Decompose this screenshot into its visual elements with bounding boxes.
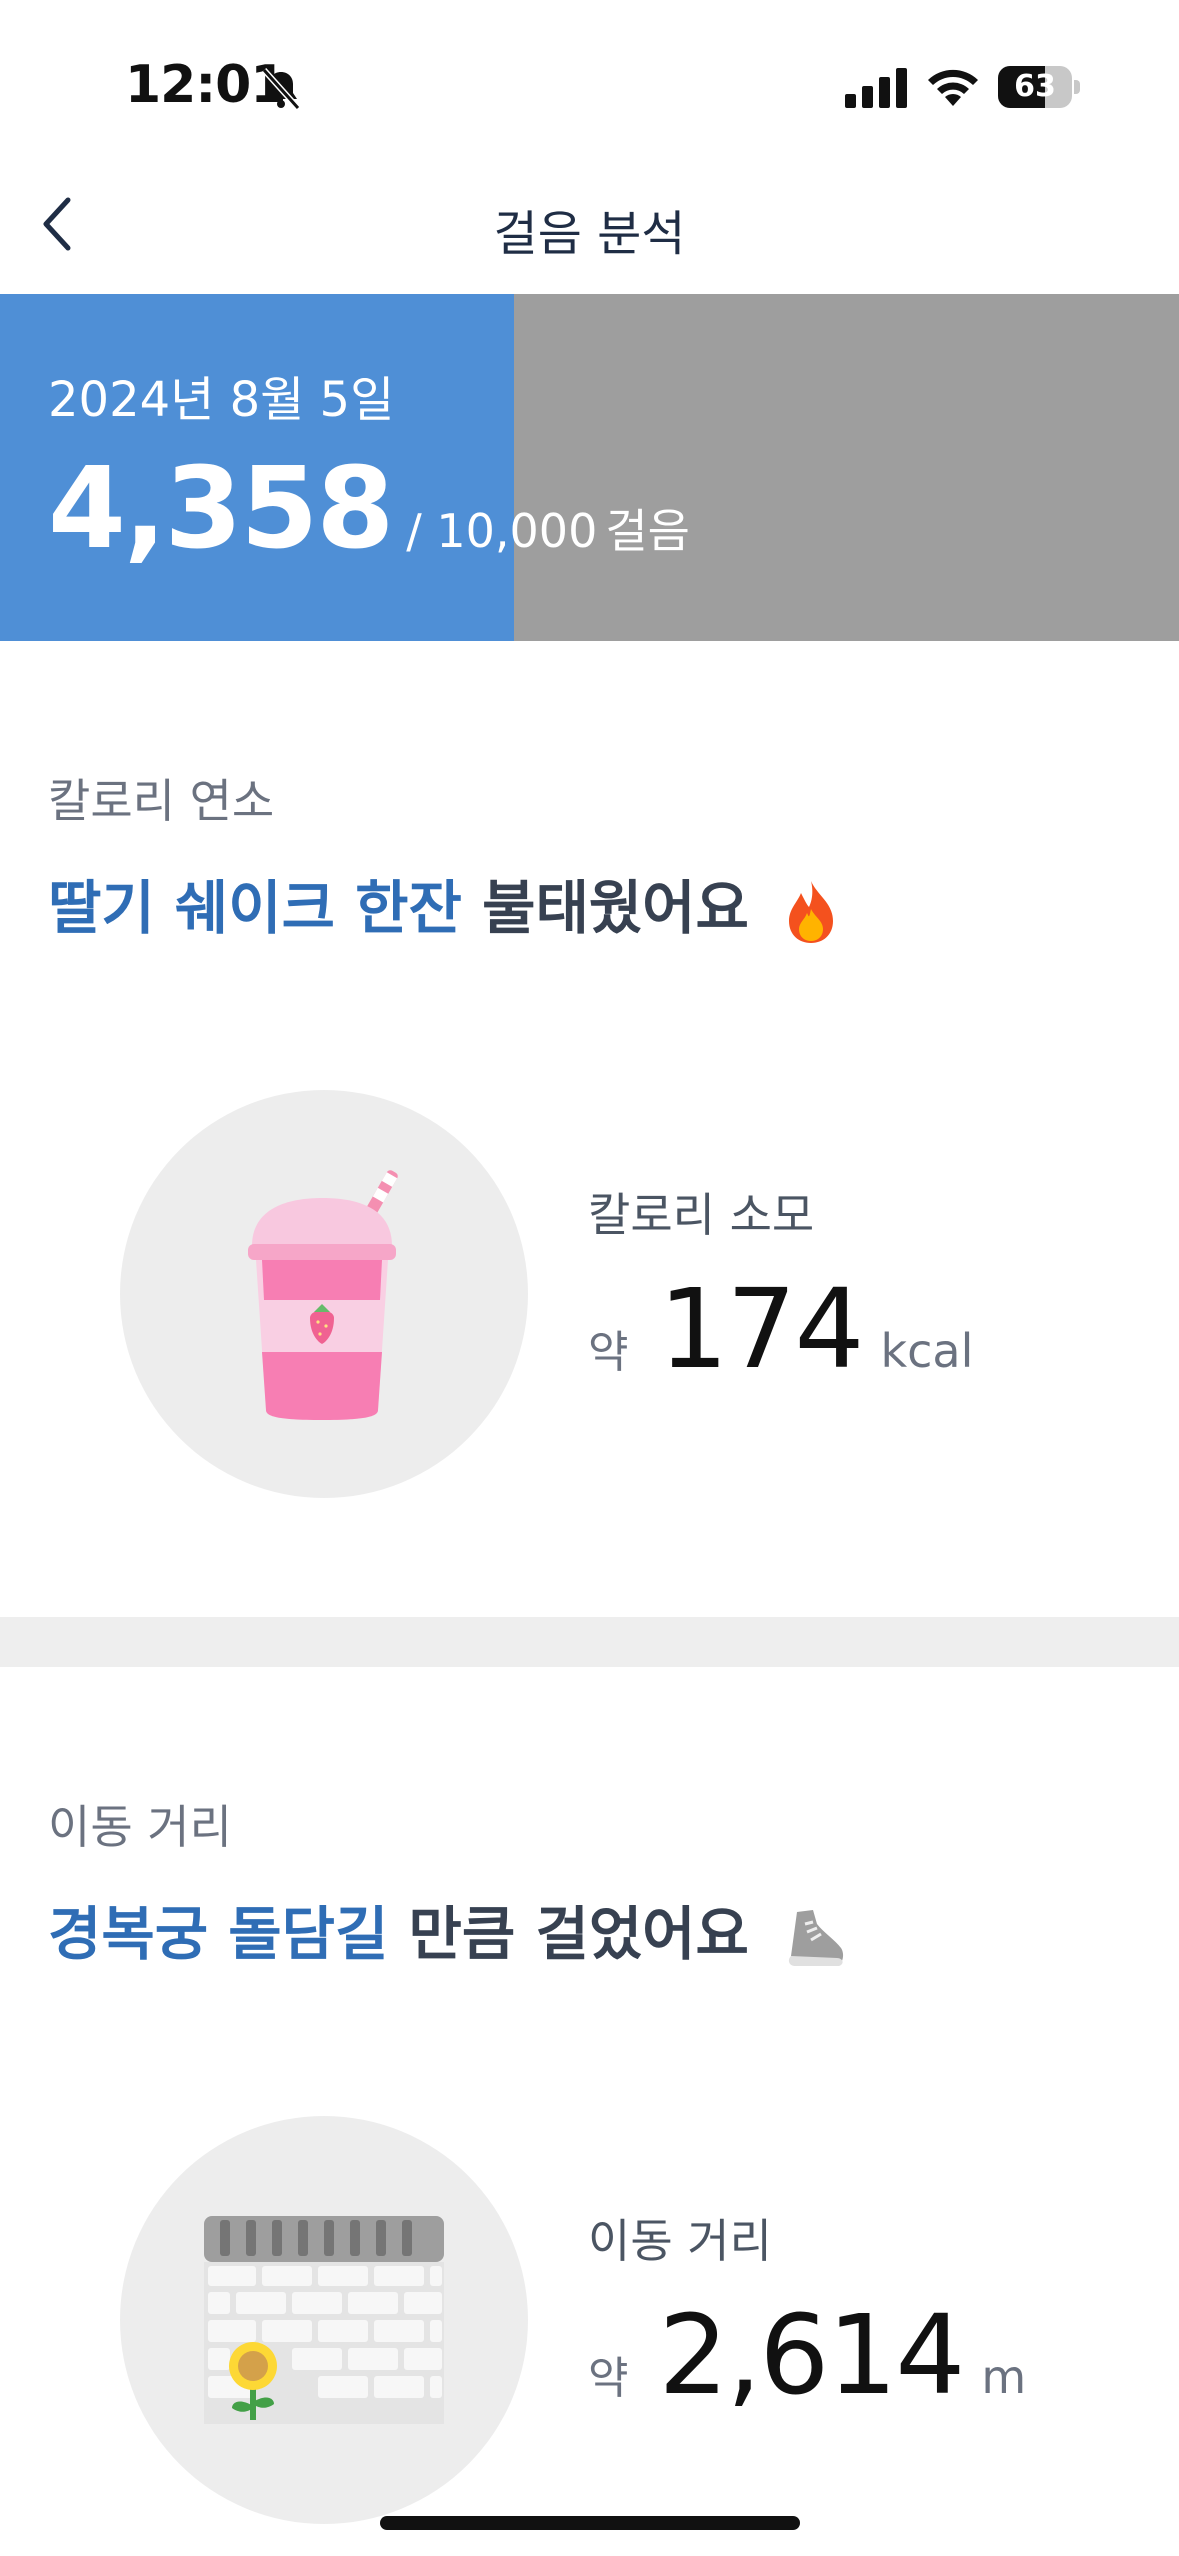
calorie-metric-label: 칼로리 소모 — [588, 1188, 815, 1242]
calorie-headline-accent: 딸기 쉐이크 한잔 — [48, 874, 462, 942]
distance-headline: 경복궁 돌담길 만큼 걸었어요 — [48, 1887, 847, 1971]
distance-metric-label: 이동 거리 — [588, 2214, 772, 2268]
step-count: 4,358/ 10,000 걸음 — [48, 444, 690, 574]
distance-headline-rest: 만큼 걸었어요 — [388, 1900, 749, 1968]
calorie-section-label: 칼로리 연소 — [48, 774, 275, 828]
step-goal: / 10,000 — [406, 504, 598, 558]
distance-section-label: 이동 거리 — [48, 1800, 232, 1854]
step-unit: 걸음 — [605, 504, 690, 558]
calorie-section: 칼로리 연소 딸기 쉐이크 한잔 불태웠어요 칼로리 소모 약 174 kcal — [0, 641, 1179, 1617]
stone-wall-illustration — [120, 2116, 528, 2524]
section-divider — [0, 1617, 1179, 1667]
wifi-icon — [928, 69, 978, 106]
step-count-value: 4,358 — [48, 444, 394, 574]
strawberry-shake-icon — [248, 1170, 398, 1420]
step-progress-banner: 2024년 8월 5일 4,358/ 10,000 걸음 — [0, 294, 1179, 641]
calorie-value: 174 — [658, 1265, 864, 1393]
fire-icon — [789, 880, 834, 943]
battery-percent: 63 — [1014, 69, 1056, 104]
stone-wall-sunflower-icon — [204, 2216, 444, 2424]
cellular-signal-icon — [845, 68, 907, 108]
sneaker-icon — [789, 1909, 844, 1966]
calorie-headline-rest: 불태웠어요 — [461, 874, 749, 942]
distance-value: 2,614 — [658, 2291, 965, 2419]
bell-slash-icon — [261, 67, 301, 111]
calorie-headline: 딸기 쉐이크 한잔 불태웠어요 — [48, 861, 839, 945]
distance-unit: m — [981, 2350, 1027, 2404]
distance-metric: 약 2,614 m — [588, 2291, 1026, 2419]
distance-headline-accent: 경복궁 돌담길 — [48, 1900, 389, 1968]
page-title: 걸음 분석 — [493, 206, 686, 262]
date-label: 2024년 8월 5일 — [48, 372, 395, 428]
nav-bar: 걸음 분석 — [0, 170, 1179, 295]
calorie-prefix: 약 — [588, 1327, 629, 1378]
strawberry-shake-illustration — [120, 1090, 528, 1498]
distance-section: 이동 거리 경복궁 돌담길 만큼 걸었어요 이동 거리 약 2,614 m — [0, 1667, 1179, 2556]
status-bar: 12:01 63 — [0, 0, 1179, 170]
home-indicator[interactable] — [380, 2516, 800, 2530]
calorie-metric: 약 174 kcal — [588, 1265, 973, 1393]
battery-icon: 63 — [998, 66, 1080, 108]
calorie-unit: kcal — [880, 1324, 974, 1378]
distance-prefix: 약 — [588, 2353, 629, 2404]
